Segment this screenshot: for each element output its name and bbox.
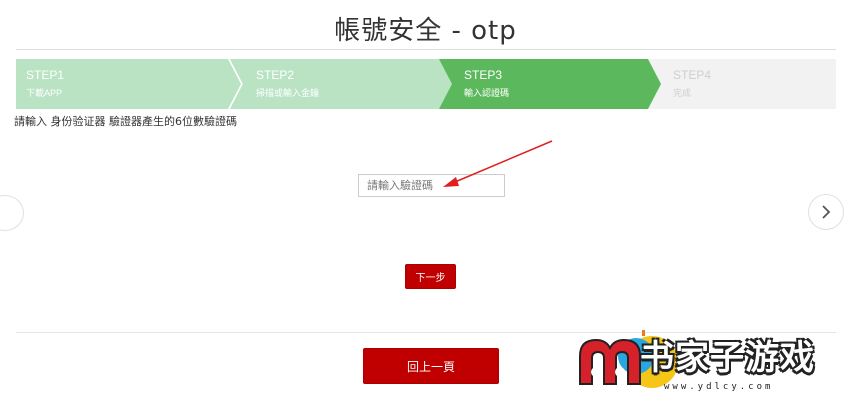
watermark-url: www.ydlcy.com (664, 382, 774, 392)
step-3: STEP3 輸入認證碼 (439, 59, 671, 109)
step-separator (228, 59, 243, 109)
chevron-right-icon (822, 205, 831, 219)
step-1: STEP1 下載APP (16, 59, 241, 109)
back-button[interactable]: 回上一頁 (363, 348, 499, 384)
title-divider (16, 49, 836, 50)
step-3-subtitle: 輸入認證碼 (464, 88, 510, 98)
page-title: 帳號安全 - otp (334, 16, 517, 46)
step-4: STEP4 完成 (648, 59, 836, 109)
carousel-next-button[interactable] (808, 194, 844, 230)
step-1-subtitle: 下載APP (26, 88, 63, 98)
next-step-button[interactable]: 下一步 (405, 264, 456, 289)
step-progress-bar: STEP1 下載APP STEP2 掃描或輸入金鑰 STEP3 輸入認證碼 ST… (16, 59, 836, 109)
step-2-title: STEP2 (256, 68, 295, 82)
step-4-subtitle: 完成 (673, 88, 692, 98)
step-4-title: STEP4 (673, 68, 712, 82)
step-2-subtitle: 掃描或輸入金鑰 (256, 88, 320, 98)
carousel-prev-button[interactable] (0, 195, 24, 231)
otp-instruction: 請輸入 身份验证器 驗證器產生的6位數驗證碼 (14, 115, 237, 128)
watermark-text: 书家子游戏 (640, 338, 815, 378)
step-2: STEP2 掃描或輸入金鑰 (229, 59, 457, 109)
otp-code-input[interactable] (358, 174, 505, 197)
step-3-title: STEP3 (464, 68, 503, 82)
step-1-title: STEP1 (26, 68, 65, 82)
